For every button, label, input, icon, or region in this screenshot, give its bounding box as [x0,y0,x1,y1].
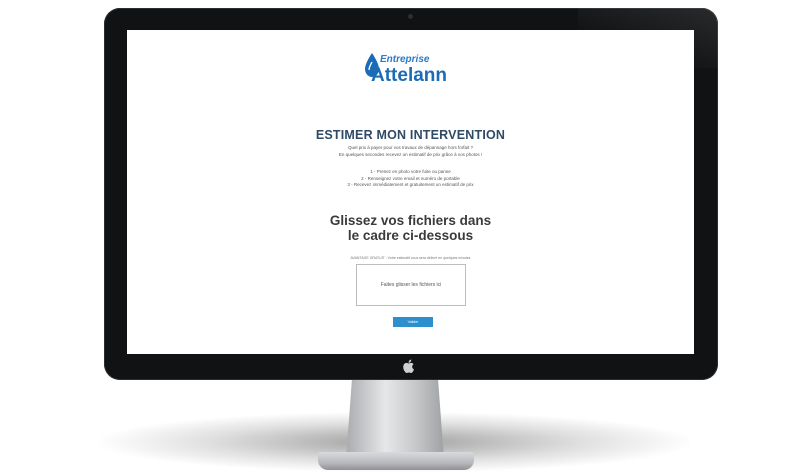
submit-button[interactable]: Valider [393,317,433,327]
upload-note: AVANTAGE GRATUIT : Votre estimatif vous … [350,256,471,260]
intro-line: Quel prix à payer pour vos travaux de dé… [347,145,474,150]
apple-logo-icon [403,359,414,373]
page-title: ESTIMER MON INTERVENTION [315,128,506,142]
monitor: Entreprise Attelann ESTIMER MON INTERVEN… [104,8,718,380]
intro-text: Quel prix à payer pour vos travaux de dé… [127,144,694,158]
monitor-stand [346,380,444,460]
headline-line: Glissez vos fichiers dans [329,213,492,228]
screen: Entreprise Attelann ESTIMER MON INTERVEN… [127,30,694,354]
step-item: 3 - Recevez immédiatement et gratuitemen… [347,182,474,187]
file-dropzone[interactable]: Faites glisser les fichiers ici [356,264,466,306]
monitor-base [318,452,474,470]
logo-top-text: Entreprise [380,54,430,65]
camera-icon [408,14,413,19]
logo-main-text: Attelann [371,65,447,86]
company-logo[interactable]: Entreprise Attelann [363,50,473,92]
dropzone-label: Faites glisser les fichiers ici [380,282,442,288]
intro-line: En quelques secondes recevez un estimati… [338,152,483,157]
headline-line: le cadre ci-dessous [347,228,474,243]
upload-headline: Glissez vos fichiers dans le cadre ci-de… [127,213,694,243]
steps-list: 1 - Prenez en photo votre fuite ou panne… [127,169,694,189]
